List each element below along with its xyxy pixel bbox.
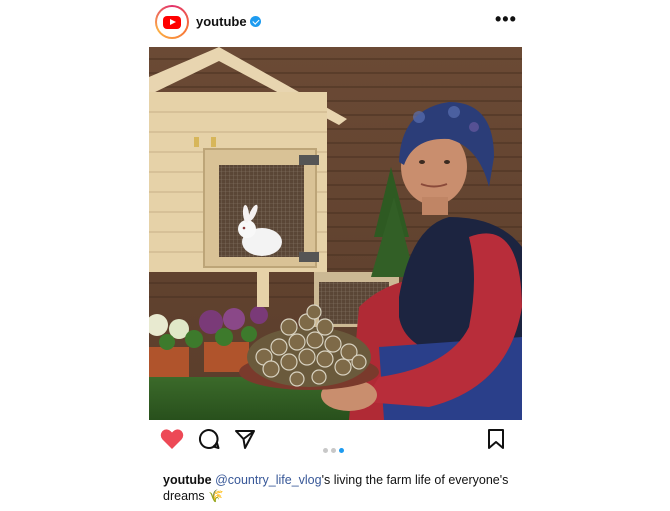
youtube-logo-icon [163,16,181,29]
caption-username[interactable]: youtube [163,473,212,487]
carousel-dot-active [339,448,344,453]
heart-icon [160,429,184,449]
carousel-indicator [323,440,347,458]
like-button[interactable] [160,428,184,455]
post-image[interactable] [149,47,522,420]
avatar[interactable] [155,5,189,39]
carousel-dot [323,448,328,453]
caption-mention[interactable]: @country_life_vlog [215,473,322,487]
comment-button[interactable] [198,428,220,455]
post-caption: youtube @country_life_vlog's living the … [163,472,513,504]
post-photo [149,47,522,420]
verified-icon [250,16,261,27]
wheat-icon: 🌾 [208,489,224,503]
post-actions [150,428,520,456]
carousel-dot [331,448,336,453]
save-button[interactable] [486,428,506,455]
instagram-post: youtube ••• youtube @country_life_vlog's… [0,0,670,511]
share-button[interactable] [234,428,256,455]
comment-icon [198,428,220,449]
bookmark-icon [488,429,504,449]
share-icon [235,430,255,449]
post-username[interactable]: youtube [196,14,247,29]
post-header: youtube ••• [150,4,520,42]
more-icon[interactable]: ••• [495,9,517,30]
